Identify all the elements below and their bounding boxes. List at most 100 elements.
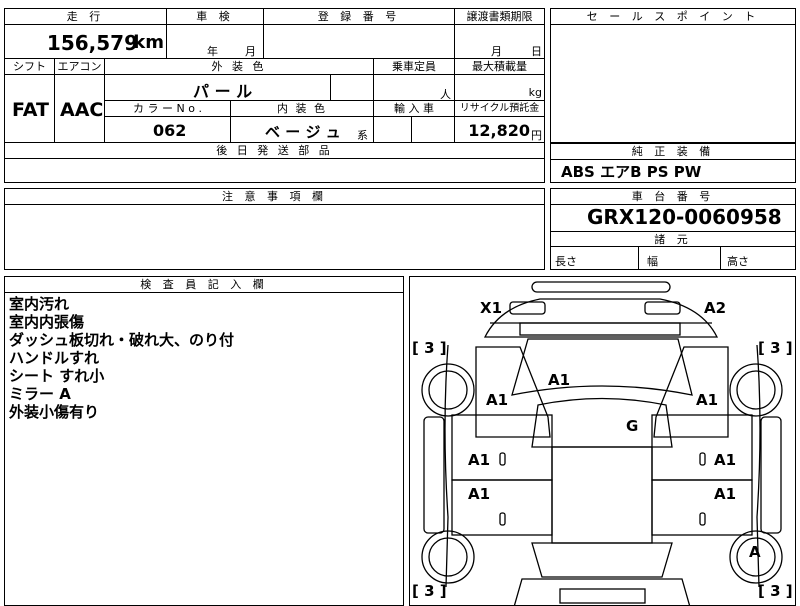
load-header-cell: 最大積載量: [455, 59, 544, 75]
import-header-cell: 輸 入 車: [374, 101, 455, 117]
later-parts-header: 後 日 発 送 部 品: [216, 144, 333, 157]
capacity-header-cell: 乗車定員: [374, 59, 455, 75]
transfer-header-cell: 譲渡書類期限: [455, 9, 544, 25]
exterior-header: 外 装 色: [211, 60, 267, 73]
body-left-shape: [444, 344, 449, 588]
shaken-month: 月: [245, 45, 256, 58]
inspector-note: シート すれ小: [9, 367, 105, 385]
ac-cell: AAC: [55, 75, 105, 143]
load-cell: kg: [455, 75, 544, 101]
dims-header: 諸 元: [551, 231, 795, 247]
interior-header: 内 装 色: [277, 102, 327, 115]
import-cell-a: [374, 117, 412, 143]
notes-panel: 注 意 事 項 欄: [4, 188, 545, 270]
shift-value: FAT: [12, 99, 49, 121]
dims-width: 幅: [647, 255, 658, 268]
inspector-note: ハンドルすれ: [9, 349, 100, 367]
wheel-fr-inner: [736, 370, 776, 410]
transfer-month: 月: [491, 45, 502, 58]
interior-cell: ベ ー ジ ュ 系: [231, 117, 374, 143]
load-unit: kg: [528, 86, 542, 99]
inspector-header: 検 査 員 記 入 欄: [5, 277, 403, 293]
recycle-value: 12,820: [468, 121, 530, 140]
cabin-center-shape: [551, 446, 653, 544]
wheel-fl-inner: [428, 370, 468, 410]
mileage-cell: 156,579 km: [5, 25, 167, 59]
exterior-cell: パ ー ル: [105, 75, 331, 101]
dims-length-cell: 長さ: [551, 247, 639, 269]
mark-rear-door-right: A1: [714, 485, 737, 503]
dims-height-cell: 高さ: [721, 247, 795, 269]
capacity-unit: 人: [440, 88, 451, 101]
sales-point-header: セ ー ル ス ポ イ ン ト: [551, 9, 795, 25]
spec-panel: 走 行 車 検 登 録 番 号 譲渡書類期限 156,579 km 年 月 月 …: [4, 8, 545, 183]
tire-bracket-fr: [ 3 ]: [758, 339, 793, 357]
interior-header-cell: 内 装 色: [231, 101, 374, 117]
transfer-cell: 月 日: [455, 25, 544, 59]
notes-header: 注 意 事 項 欄: [5, 189, 544, 205]
mark-roof: G: [626, 417, 639, 435]
rear-window-shape: [531, 542, 673, 578]
shift-cell: FAT: [5, 75, 55, 143]
exterior-value: パ ー ル: [193, 82, 253, 101]
mileage-unit: km: [133, 32, 164, 53]
wheel-fl-shape: [421, 363, 475, 417]
color-no-value: 062: [153, 121, 187, 140]
rear-plate-shape: [559, 588, 646, 604]
recycle-header-cell: リサイクル預託金: [455, 101, 544, 117]
inspector-note: ダッシュ板切れ・破れ大、のり付: [9, 331, 235, 349]
roof-shape: [531, 397, 673, 448]
equipment-panel: 純 正 装 備 ABS エアB PS PW: [550, 143, 796, 183]
transfer-day: 日: [531, 45, 542, 58]
handle-fr-shape: [699, 452, 706, 466]
tire-bracket-rl: [ 3 ]: [412, 582, 447, 600]
wheel-rl-inner: [428, 537, 468, 577]
chassis-header: 車 台 番 号: [551, 189, 795, 205]
interior-suffix: 系: [357, 129, 368, 142]
reg-cell: [264, 25, 455, 59]
headlight-left-shape: [509, 301, 546, 315]
color-no-header-cell: カ ラ ー N o .: [105, 101, 231, 117]
shift-header-cell: シフト: [5, 59, 55, 75]
dims-length: 長さ: [555, 255, 577, 268]
equipment-header: 純 正 装 備: [551, 144, 795, 160]
recycle-unit: 円: [531, 129, 542, 142]
door-rl-shape: [451, 479, 553, 536]
mark-windshield: A1: [548, 371, 571, 389]
mark-rear-door-left: A1: [468, 485, 491, 503]
color-no-cell: 062: [105, 117, 231, 143]
handle-rr-shape: [699, 512, 706, 526]
shaken-header: 車 検: [196, 10, 234, 23]
headlight-right-shape: [644, 301, 681, 315]
skirt-left-shape: [423, 416, 445, 534]
mileage-header-cell: 走 行: [5, 9, 167, 25]
equipment-value: ABS エアB PS PW: [561, 163, 702, 181]
inspector-panel: 検 査 員 記 入 欄 室内汚れ 室内内張傷 ダッシュ板切れ・破れ大、のり付 ハ…: [4, 276, 404, 606]
reg-header-cell: 登 録 番 号: [264, 9, 455, 25]
chassis-panel: 車 台 番 号 GRX120-0060958 諸 元 長さ 幅 高さ: [550, 188, 796, 270]
grille-shape: [519, 322, 681, 336]
inspector-note: 室内内張傷: [9, 313, 85, 331]
car-diagram-panel: X1 A2 A1 G A1 A1 A1 A1 A1 A1 A [ 3 ] [ 3…: [409, 276, 796, 606]
recycle-header: リサイクル預託金: [459, 103, 540, 114]
shift-header: シフト: [13, 60, 46, 73]
mark-front-left: X1: [480, 299, 503, 317]
import-header: 輸 入 車: [394, 102, 434, 115]
front-bumper-shape: [531, 281, 671, 293]
later-parts-header-cell: 後 日 発 送 部 品: [5, 143, 544, 159]
shaken-header-cell: 車 検: [167, 9, 264, 25]
door-rr-shape: [651, 479, 753, 536]
inspector-notes: 室内汚れ 室内内張傷 ダッシュ板切れ・破れ大、のり付 ハンドルすれ シート すれ…: [9, 295, 234, 421]
mileage-value: 156,579: [46, 31, 138, 55]
mark-rear-wheel-right: A: [749, 543, 761, 561]
ac-value: AAC: [60, 99, 104, 121]
windshield-shape: [511, 338, 693, 396]
shaken-year: 年: [207, 45, 218, 58]
color-no-header: カ ラ ー N o .: [133, 102, 202, 115]
car-diagram-svg: [421, 281, 783, 605]
mileage-header: 走 行: [66, 10, 105, 23]
ac-header: エアコン: [57, 60, 102, 73]
mark-front-fender-right: A1: [696, 391, 719, 409]
inspector-note: ミラー A: [9, 385, 71, 403]
mark-front-right: A2: [704, 299, 727, 317]
